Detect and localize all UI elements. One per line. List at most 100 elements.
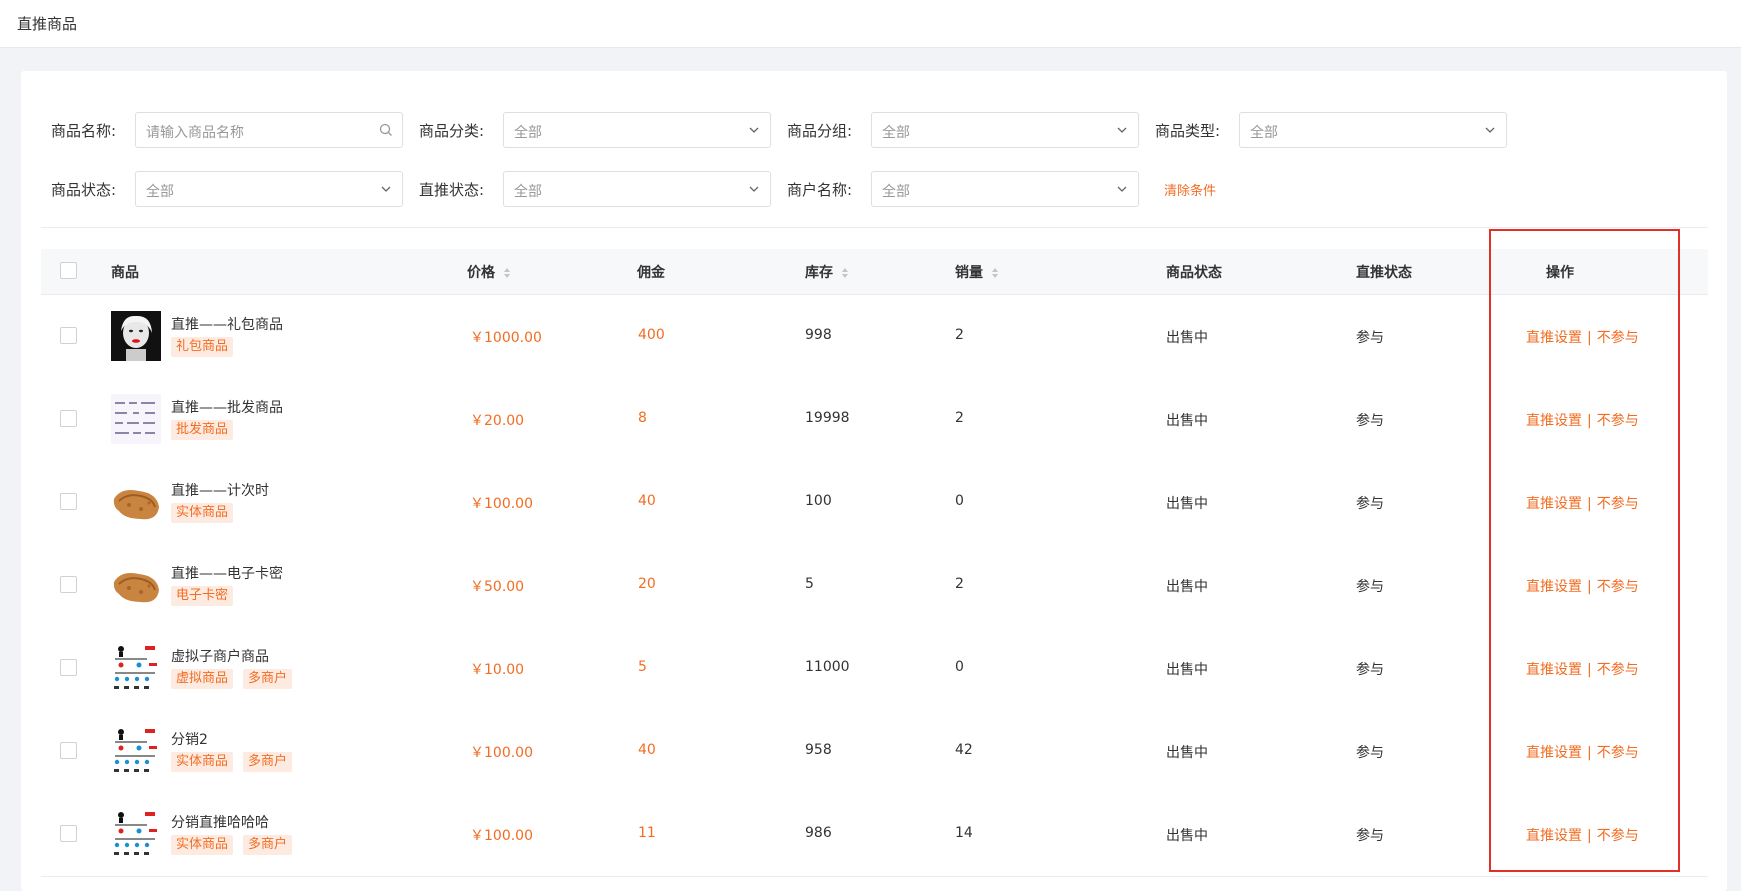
chevron-down-icon	[1117, 127, 1127, 133]
divider	[41, 227, 1708, 228]
filter-category-label: 商品分类:	[419, 122, 485, 140]
search-icon[interactable]	[378, 122, 394, 138]
select-all-checkbox[interactable]	[60, 262, 77, 279]
direct-setting-link[interactable]: 直推设置	[1526, 330, 1582, 346]
direct-setting-link[interactable]: 直推设置	[1526, 579, 1582, 595]
merchant-select[interactable]: 全部	[871, 171, 1139, 207]
commission-cell: 20	[638, 576, 656, 592]
product-thumbnail[interactable]	[111, 726, 161, 776]
product-thumbnail[interactable]	[111, 477, 161, 527]
top-bar: 直推商品	[0, 0, 1741, 48]
stock-cell: 11000	[805, 659, 850, 675]
row-checkbox[interactable]	[60, 742, 77, 759]
category-select-value: 全部	[514, 125, 542, 141]
product-name[interactable]: 直推——电子卡密	[171, 563, 283, 583]
direct-status-cell: 参与	[1356, 413, 1384, 429]
direct-status-select[interactable]: 全部	[503, 171, 771, 207]
product-tag: 电子卡密	[171, 586, 234, 606]
product-name[interactable]: 虚拟子商户商品	[171, 646, 269, 666]
header-stock[interactable]: 库存	[805, 262, 849, 282]
exclude-link[interactable]: 不参与	[1597, 579, 1639, 595]
product-name-input[interactable]: 请输入商品名称	[135, 112, 403, 148]
group-select-value: 全部	[882, 125, 910, 141]
product-tags: 批发商品	[171, 420, 234, 440]
table-row: 分销直推哈哈哈 实体商品 多商户 ￥100.00 11 986 14 出售中 参与 直推设置 | 不参…	[41, 793, 1708, 877]
action-separator: |	[1587, 662, 1592, 678]
header-status: 商品状态	[1166, 265, 1222, 281]
product-name[interactable]: 直推——礼包商品	[171, 314, 283, 334]
row-checkbox[interactable]	[60, 659, 77, 676]
product-name[interactable]: 直推——批发商品	[171, 397, 283, 417]
product-name-placeholder: 请输入商品名称	[146, 125, 244, 141]
status-cell: 出售中	[1166, 828, 1208, 844]
product-thumbnail[interactable]	[111, 394, 161, 444]
header-sales[interactable]: 销量	[955, 262, 999, 282]
price-cell: ￥20.00	[470, 413, 525, 429]
action-separator: |	[1587, 745, 1592, 761]
type-select[interactable]: 全部	[1239, 112, 1507, 148]
merchant-select-value: 全部	[882, 184, 910, 200]
sort-icon[interactable]	[503, 267, 511, 279]
product-thumbnail[interactable]	[111, 311, 161, 361]
row-checkbox[interactable]	[60, 576, 77, 593]
commission-cell: 5	[638, 659, 647, 675]
exclude-link[interactable]: 不参与	[1597, 330, 1639, 346]
row-checkbox[interactable]	[60, 327, 77, 344]
price-cell: ￥50.00	[470, 579, 525, 595]
direct-setting-link[interactable]: 直推设置	[1526, 662, 1582, 678]
table-row: 直推——电子卡密 电子卡密 ￥50.00 20 5 2 出售中 参与 直推设置 | 不参与	[41, 544, 1708, 628]
filter-direct-label: 直推状态:	[419, 181, 485, 199]
header-ops: 操作	[1546, 265, 1574, 281]
direct-setting-link[interactable]: 直推设置	[1526, 745, 1582, 761]
sales-cell: 2	[955, 410, 964, 426]
exclude-link[interactable]: 不参与	[1597, 745, 1639, 761]
exclude-link[interactable]: 不参与	[1597, 413, 1639, 429]
row-actions: 直推设置 | 不参与	[1526, 659, 1639, 679]
status-select[interactable]: 全部	[135, 171, 403, 207]
chevron-down-icon	[749, 127, 759, 133]
product-tags: 实体商品	[171, 503, 234, 523]
chevron-down-icon	[1117, 186, 1127, 192]
product-thumbnail[interactable]	[111, 560, 161, 610]
price-cell: ￥100.00	[470, 745, 533, 761]
exclude-link[interactable]: 不参与	[1597, 828, 1639, 844]
stock-cell: 5	[805, 576, 814, 592]
status-cell: 出售中	[1166, 745, 1208, 761]
product-name[interactable]: 分销直推哈哈哈	[171, 812, 269, 832]
row-actions: 直推设置 | 不参与	[1526, 410, 1639, 430]
direct-setting-link[interactable]: 直推设置	[1526, 828, 1582, 844]
product-tag: 礼包商品	[171, 337, 234, 357]
exclude-link[interactable]: 不参与	[1597, 496, 1639, 512]
sort-icon[interactable]	[991, 267, 999, 279]
product-thumbnail[interactable]	[111, 809, 161, 859]
product-name[interactable]: 直推——计次时	[171, 480, 269, 500]
product-tags: 礼包商品	[171, 337, 234, 357]
price-cell: ￥100.00	[470, 496, 533, 512]
header-price[interactable]: 价格	[467, 262, 511, 282]
page-title: 直推商品	[17, 15, 78, 33]
status-cell: 出售中	[1166, 413, 1208, 429]
product-name[interactable]: 分销2	[171, 729, 208, 749]
row-checkbox[interactable]	[60, 410, 77, 427]
table-row: 虚拟子商户商品 虚拟商品 多商户 ￥10.00 5 11000 0 出售中 参与 直推设置 | 不参与	[41, 627, 1708, 711]
chevron-down-icon	[1485, 127, 1495, 133]
stock-cell: 986	[805, 825, 832, 841]
direct-setting-link[interactable]: 直推设置	[1526, 413, 1582, 429]
category-select[interactable]: 全部	[503, 112, 771, 148]
action-separator: |	[1587, 330, 1592, 346]
row-checkbox[interactable]	[60, 825, 77, 842]
row-checkbox[interactable]	[60, 493, 77, 510]
product-tag: 实体商品	[171, 752, 234, 772]
row-actions: 直推设置 | 不参与	[1526, 327, 1639, 347]
product-tag: 虚拟商品	[171, 669, 234, 689]
sort-icon[interactable]	[841, 267, 849, 279]
direct-status-cell: 参与	[1356, 579, 1384, 595]
clear-filters-link[interactable]: 清除条件	[1164, 180, 1216, 199]
exclude-link[interactable]: 不参与	[1597, 662, 1639, 678]
header-price-label: 价格	[467, 265, 495, 281]
product-tag: 批发商品	[171, 420, 234, 440]
direct-setting-link[interactable]: 直推设置	[1526, 496, 1582, 512]
product-thumbnail[interactable]	[111, 643, 161, 693]
status-select-value: 全部	[146, 184, 174, 200]
group-select[interactable]: 全部	[871, 112, 1139, 148]
